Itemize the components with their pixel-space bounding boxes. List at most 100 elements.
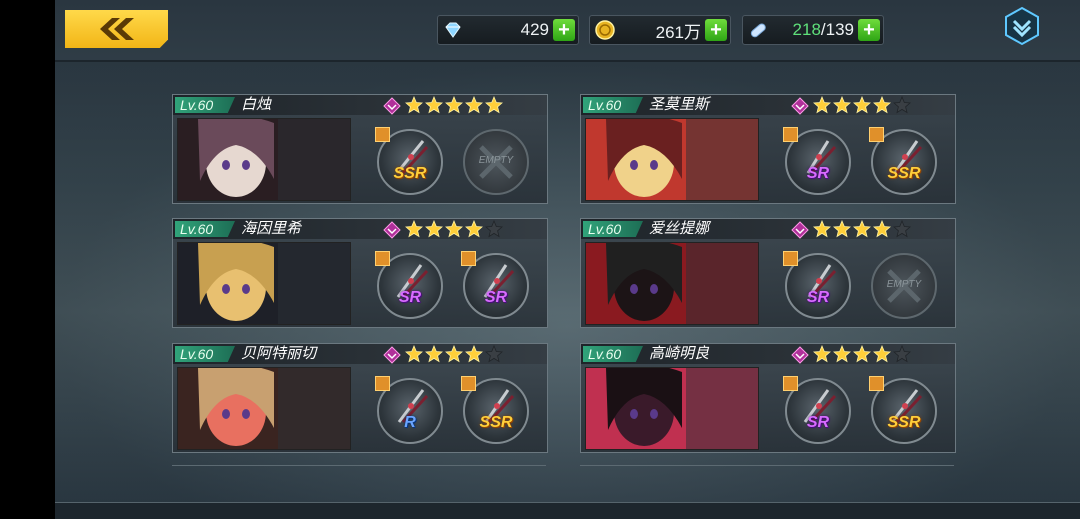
character-card[interactable]: Lv.60 爱丝提娜 SR EMPTY xyxy=(580,218,956,328)
star-rating xyxy=(813,345,911,363)
star-empty-icon xyxy=(485,345,503,363)
character-portrait[interactable] xyxy=(177,118,351,201)
weapon-rarity: SSR xyxy=(479,414,513,431)
character-portrait[interactable] xyxy=(585,367,759,450)
star-rating xyxy=(405,96,503,114)
equip-badge-icon xyxy=(461,251,476,266)
weapon-rarity: SSR xyxy=(393,165,427,182)
portrait-art xyxy=(178,368,350,449)
top-divider xyxy=(55,60,1080,62)
character-name: 白烛 xyxy=(241,96,272,113)
level-badge: Lv.60 xyxy=(583,97,643,113)
add-diamond-button[interactable]: + xyxy=(553,19,575,41)
menu-dropdown-button[interactable] xyxy=(1002,6,1042,46)
star-filled-icon xyxy=(465,96,483,114)
rank-layers-icon xyxy=(383,346,401,364)
add-gold-button[interactable]: + xyxy=(705,19,727,41)
star-filled-icon xyxy=(813,96,831,114)
character-name: 圣莫里斯 xyxy=(649,96,710,113)
weapon-slot[interactable]: SR xyxy=(783,127,851,195)
weapon-slot-empty[interactable]: EMPTY xyxy=(871,253,937,319)
weapon-slot[interactable]: SSR xyxy=(869,127,937,195)
weapon-rarity: SR xyxy=(806,289,830,306)
character-card[interactable]: Lv.60 圣莫里斯 SR SSR xyxy=(580,94,956,204)
star-rating xyxy=(813,220,911,238)
weapon-slot[interactable]: SR xyxy=(375,251,443,319)
equip-badge-icon xyxy=(783,376,798,391)
level-badge: Lv.60 xyxy=(583,346,643,362)
character-portrait[interactable] xyxy=(177,242,351,325)
equip-badge-icon xyxy=(375,127,390,142)
back-button[interactable] xyxy=(65,10,168,48)
star-filled-icon xyxy=(465,345,483,363)
rank-layers-icon xyxy=(791,346,809,364)
portrait-art xyxy=(586,368,758,449)
weapon-slot-empty[interactable]: EMPTY xyxy=(463,129,529,195)
weapon-rarity: SR xyxy=(398,289,422,306)
star-filled-icon xyxy=(853,345,871,363)
star-filled-icon xyxy=(813,220,831,238)
character-name: 海因里希 xyxy=(241,220,302,237)
weapon-slot[interactable]: SSR xyxy=(461,376,529,444)
gold-coin-icon xyxy=(594,19,616,41)
equip-badge-icon xyxy=(461,376,476,391)
star-rating xyxy=(813,96,911,114)
star-filled-icon xyxy=(813,345,831,363)
star-filled-icon xyxy=(873,220,891,238)
character-name: 爱丝提娜 xyxy=(649,220,710,237)
portrait-art xyxy=(586,119,758,200)
rank-layers-icon xyxy=(791,97,809,115)
character-portrait[interactable] xyxy=(585,242,759,325)
empty-slot-label: EMPTY xyxy=(886,279,922,290)
gold-value: 261万 xyxy=(655,22,701,42)
star-filled-icon xyxy=(465,220,483,238)
add-stamina-button[interactable]: + xyxy=(858,19,880,41)
star-filled-icon xyxy=(405,345,423,363)
character-card[interactable]: Lv.60 白烛 SSR EMPTY xyxy=(172,94,548,204)
weapon-rarity: SSR xyxy=(887,165,921,182)
character-name: 高崎明良 xyxy=(649,345,710,362)
gold-counter: 261万 + xyxy=(589,15,731,45)
character-portrait[interactable] xyxy=(177,367,351,450)
star-empty-icon xyxy=(485,220,503,238)
weapon-slot[interactable]: SR xyxy=(783,251,851,319)
diamond-counter: 429 + xyxy=(437,15,579,45)
weapon-rarity: SSR xyxy=(887,414,921,431)
game-screen: 429 + 261万 + 218/139 + Lv.60 白烛 SSR EMPT… xyxy=(55,0,1080,519)
diamond-value: 429 xyxy=(520,20,549,39)
empty-slot-label: EMPTY xyxy=(478,155,514,166)
weapon-slot[interactable]: SR xyxy=(783,376,851,444)
character-portrait[interactable] xyxy=(585,118,759,201)
character-card[interactable]: Lv.60 海因里希 SR SR xyxy=(172,218,548,328)
star-filled-icon xyxy=(833,96,851,114)
character-card[interactable]: Lv.60 贝阿特丽切 R SSR xyxy=(172,343,548,453)
star-filled-icon xyxy=(873,96,891,114)
diamond-icon xyxy=(442,19,464,41)
star-filled-icon xyxy=(873,345,891,363)
equip-badge-icon xyxy=(869,127,884,142)
star-filled-icon xyxy=(405,220,423,238)
star-filled-icon xyxy=(445,96,463,114)
rank-layers-icon xyxy=(791,221,809,239)
portrait-art xyxy=(178,243,350,324)
list-divider xyxy=(172,465,546,466)
rank-layers-icon xyxy=(383,221,401,239)
star-filled-icon xyxy=(425,96,443,114)
star-filled-icon xyxy=(425,345,443,363)
stamina-capsule-icon xyxy=(747,19,769,41)
weapon-slot[interactable]: SSR xyxy=(869,376,937,444)
star-empty-icon xyxy=(893,220,911,238)
chevron-down-icon xyxy=(1005,6,1039,46)
character-card[interactable]: Lv.60 高崎明良 SR SSR xyxy=(580,343,956,453)
star-rating xyxy=(405,220,503,238)
star-filled-icon xyxy=(445,220,463,238)
equip-badge-icon xyxy=(869,376,884,391)
weapon-slot[interactable]: SSR xyxy=(375,127,443,195)
star-rating xyxy=(405,345,503,363)
weapon-rarity: SR xyxy=(806,165,830,182)
weapon-slot[interactable]: R xyxy=(375,376,443,444)
weapon-rarity: R xyxy=(404,414,416,431)
weapon-slot[interactable]: SR xyxy=(461,251,529,319)
equip-badge-icon xyxy=(375,251,390,266)
star-filled-icon xyxy=(425,220,443,238)
